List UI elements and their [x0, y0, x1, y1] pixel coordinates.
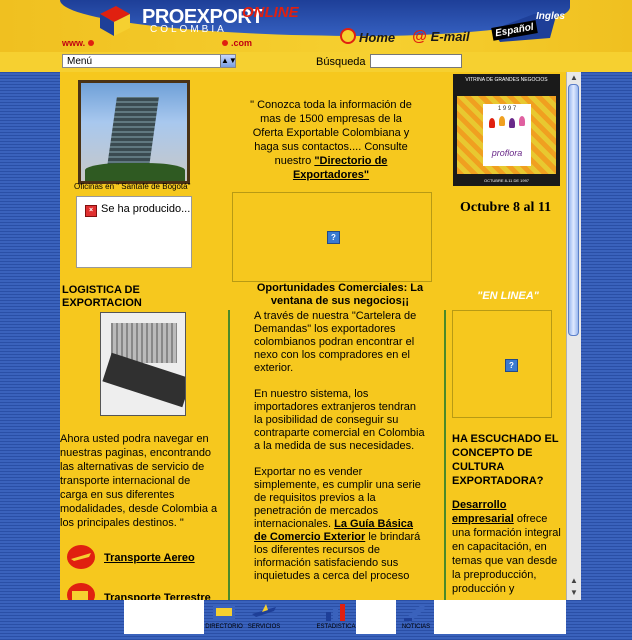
broken-plugin-icon: ×	[85, 205, 97, 217]
flower-icon	[499, 116, 505, 126]
proflora-banner[interactable]: VITRINA DE GRANDES NEGOCIOS 1 9 9 7 prof…	[453, 74, 560, 186]
flower-icon	[519, 116, 525, 126]
cultura-body-text: ofrece una formación integral en capacit…	[452, 513, 561, 595]
scroll-thumb[interactable]	[568, 84, 579, 336]
bottom-blank	[356, 600, 396, 634]
op-paragraph-3: Exportar no es vender simplemente, es cu…	[254, 466, 426, 583]
transporte-aereo-link[interactable]: Transporte Aereo	[104, 552, 195, 564]
desarrollo-empresarial-link[interactable]: Desarrollo empresarial	[452, 499, 514, 525]
scroll-down-icon[interactable]: ▼	[569, 588, 579, 598]
logo-online: ONLINE	[242, 4, 299, 21]
en-linea-title: "EN LINEA"	[477, 290, 539, 302]
op-paragraph-1: A través de nuestra "Cartelera de Demand…	[254, 310, 417, 374]
bottom-blank	[124, 600, 204, 634]
truck-icon	[67, 583, 95, 600]
directorio-button[interactable]: DIRECTORIO	[204, 600, 244, 634]
menu-select-value: Menú	[67, 56, 93, 67]
office-photo	[78, 80, 190, 184]
email-link[interactable]: @ E-mail	[412, 28, 470, 45]
plugin-error-text: Se ha producido...	[101, 203, 191, 215]
estadistica-label: ESTADISTICA	[316, 624, 356, 630]
event-date: Octubre 8 al 11	[460, 200, 552, 215]
scroll-up-icon[interactable]: ▲	[569, 73, 579, 83]
cultura-body: Desarrollo empresarial ofrece una formac…	[452, 498, 566, 596]
language-english-link[interactable]: Ingles	[536, 11, 565, 22]
home-label: Home	[359, 30, 396, 45]
banner-brand: proflora	[491, 148, 523, 158]
chevron-updown-icon: ▲▼	[220, 55, 237, 67]
ship-photo	[100, 312, 186, 416]
trees-image	[85, 163, 185, 181]
banner-pattern: 1 9 9 7 proflora	[457, 96, 556, 174]
noticias-label: NOTICIAS	[401, 624, 431, 630]
at-sign-icon: @	[412, 28, 427, 45]
bottom-nav-bar: DIRECTORIO SERVICIOS ESTADISTICA NOTICIA…	[0, 600, 632, 640]
news-icon	[404, 604, 426, 622]
photo-caption: Oficinas en " Santafé de Bogotá"	[74, 182, 191, 191]
column-divider	[228, 310, 230, 600]
servicios-button[interactable]: SERVICIOS	[244, 600, 284, 634]
estadistica-button[interactable]: ESTADISTICA	[316, 600, 356, 634]
column-divider	[444, 310, 446, 600]
directory-icon	[213, 605, 235, 619]
banner-card: 1 9 9 7 proflora	[483, 104, 531, 166]
banner-date: OCTUBRE 8-11 DE 1997	[483, 178, 530, 183]
proexport-logo-cube-icon	[100, 6, 130, 36]
logistica-title: LOGISTICA DE EXPORTACION	[62, 284, 142, 309]
scroll-up-icon[interactable]: ▲	[569, 576, 579, 586]
banner-year: 1 9 9 7	[497, 106, 517, 112]
home-link[interactable]: Home	[340, 28, 395, 45]
oportunidades-title: Oportunidades Comerciales: La ventana de…	[256, 282, 424, 307]
missing-plugin-icon: ?	[327, 231, 340, 244]
cultura-title: HA ESCUCHADO EL CONCEPTO DE CULTURA EXPO…	[452, 433, 559, 487]
servicios-label: SERVICIOS	[247, 624, 281, 630]
main-content: Oficinas en " Santafé de Bogotá" × Se ha…	[60, 72, 566, 600]
logo-www: www.	[62, 38, 95, 48]
noticias-button[interactable]: NOTICIAS	[396, 600, 436, 634]
oportunidades-body: A través de nuestra "Cartelera de Demand…	[254, 310, 426, 596]
flower-icon	[509, 118, 515, 128]
flower-icon	[489, 118, 495, 128]
op-paragraph-2: En nuestro sistema, los importadores ext…	[254, 388, 425, 452]
search-label: Búsqueda	[316, 56, 366, 68]
menu-select[interactable]: Menú ▲▼	[62, 54, 237, 68]
vertical-scrollbar[interactable]: ▲ ▲ ▼	[566, 72, 581, 600]
bottom-blank	[434, 600, 566, 634]
intro-text: " Conozca toda la información de mas de …	[244, 98, 418, 182]
transporte-terrestre-link[interactable]: Transporte Terrestre	[104, 592, 211, 600]
right-plugin-frame: ?	[452, 310, 552, 418]
home-icon	[340, 28, 356, 44]
airplane-icon	[67, 545, 95, 569]
banner-top-text: VITRINA DE GRANDES NEGOCIOS	[465, 77, 548, 83]
logistica-body: Ahora usted podra navegar en nuestras pa…	[60, 433, 218, 529]
center-plugin-frame: ?	[232, 192, 432, 282]
missing-plugin-icon: ?	[505, 359, 518, 372]
plugin-error-box: × Se ha producido...	[76, 196, 192, 268]
logo-subtitle: COLOMBIA	[150, 24, 227, 35]
site-header: PROEXPORT COLOMBIA ONLINE www. .com Home…	[0, 0, 632, 54]
chart-icon	[326, 604, 345, 621]
search-input[interactable]	[370, 54, 462, 68]
email-label: E-mail	[430, 29, 470, 44]
logo-com: .com	[222, 38, 252, 48]
airplane-icon	[252, 604, 276, 617]
